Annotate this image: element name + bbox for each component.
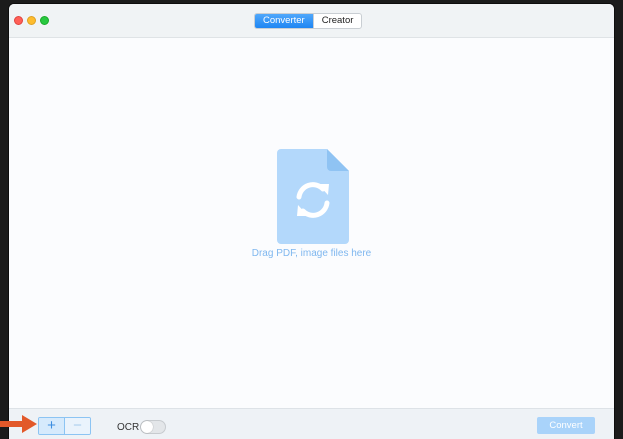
file-convert-icon — [277, 149, 349, 244]
titlebar: Converter Creator — [9, 4, 614, 38]
drop-hint: Drag PDF, image files here — [251, 248, 372, 259]
bottom-toolbar: + − OCR Convert — [9, 408, 614, 439]
file-drop-zone[interactable]: Drag PDF, image files here — [9, 38, 614, 408]
add-file-button[interactable]: + — [39, 418, 64, 434]
maximize-window-button[interactable] — [40, 16, 49, 25]
minimize-window-button[interactable] — [27, 16, 36, 25]
tab-creator[interactable]: Creator — [312, 14, 362, 28]
ocr-toggle-knob — [141, 421, 153, 433]
add-remove-group: + − — [38, 417, 91, 435]
annotation-arrow-icon — [0, 415, 37, 433]
convert-button[interactable]: Convert — [537, 417, 595, 434]
mode-switcher: Converter Creator — [254, 13, 363, 29]
tab-converter[interactable]: Converter — [255, 14, 313, 28]
app-window: Converter Creator Drag PDF, image files … — [9, 4, 614, 439]
ocr-toggle[interactable] — [140, 420, 166, 434]
ocr-label: OCR — [117, 422, 140, 433]
remove-file-button[interactable]: − — [64, 418, 90, 434]
close-window-button[interactable] — [14, 16, 23, 25]
